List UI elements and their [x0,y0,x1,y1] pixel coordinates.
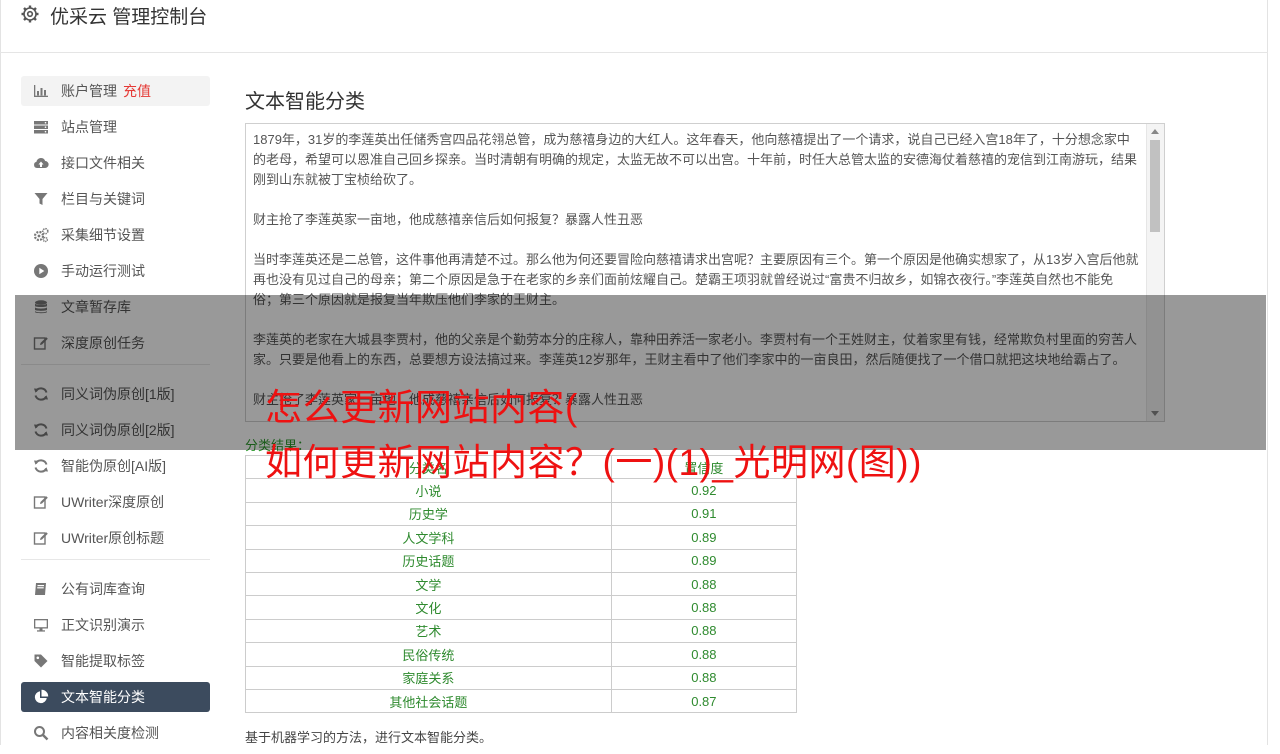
sidebar-divider [21,559,210,560]
table-row: 人文学科 0.89 [245,525,798,550]
table-row: 文学 0.88 [245,571,798,597]
sidebar-item-label: UWriter深度原创 [61,494,165,510]
footnote-text: 基于机器学习的方法，进行文本智能分类。 [245,730,493,745]
sidebar-item-label: 内容相关度检测 [61,725,159,741]
cloud-upload-icon [33,155,49,171]
tag-icon [33,653,49,669]
category-cell: 家庭关系 [245,665,612,690]
sidebar-item-label: 正文识别演示 [61,617,145,633]
sidebar-item-uwriter-title[interactable]: UWriter原创标题 [21,523,210,553]
category-cell: 其他社会话题 [245,688,612,714]
bar-chart-icon [33,83,49,99]
sidebar-item-label: 手动运行测试 [61,263,145,279]
page-title: 文本智能分类 [245,91,365,113]
play-circle-icon [33,263,49,279]
monitor-icon [33,617,49,633]
sidebar-item-label: 智能伪原创[AI版] [61,458,167,474]
sidebar-item-sites[interactable]: 站点管理 [21,112,210,142]
table-row: 文化 0.88 [245,595,798,620]
refresh-icon [33,458,49,474]
sidebar-item-text-classification[interactable]: 文本智能分类 [21,682,210,712]
sidebar-item-label: 接口文件相关 [61,155,145,171]
confidence-cell: 0.88 [610,642,798,667]
search-icon [33,725,49,741]
sidebar-item-label: 智能提取标签 [61,653,145,669]
recharge-link[interactable]: 充值 [123,81,151,101]
category-cell: 艺术 [245,618,612,644]
sidebar-item-ai-rewrite[interactable]: 智能伪原创[AI版] [21,451,210,481]
category-cell: 历史话题 [245,548,612,573]
filter-icon [33,191,49,207]
book-icon [33,581,49,597]
sidebar-item-label: 采集细节设置 [61,227,145,243]
confidence-cell: 0.88 [610,618,798,644]
confidence-cell: 0.89 [610,525,798,550]
edit-icon [33,530,49,546]
sidebar-item-uwriter-deep[interactable]: UWriter深度原创 [21,487,210,517]
category-cell: 文学 [245,571,612,597]
text-paragraph: 财主抢了李莲英家一亩地，他成慈禧亲信后如何报复？暴露人性丑恶 [253,212,644,227]
category-cell: 人文学科 [245,525,612,550]
table-row: 其他社会话题 0.87 [245,688,798,714]
confidence-cell: 0.89 [610,548,798,573]
scroll-up-arrow-icon[interactable] [1151,129,1159,134]
sidebar-item-label: 栏目与关键词 [61,191,145,207]
watermark-line-1: 怎么更新网站内容( [265,387,578,428]
pie-chart-icon [33,689,49,705]
table-row: 历史学 0.91 [245,501,798,527]
confidence-cell: 0.88 [610,571,798,597]
sidebar-item-label: 文本智能分类 [61,689,145,705]
sidebar-item-extract-tags[interactable]: 智能提取标签 [21,646,210,676]
sidebar-item-public-thesaurus[interactable]: 公有词库查询 [21,574,210,604]
confidence-cell: 0.88 [610,595,798,620]
confidence-cell: 0.87 [610,688,798,714]
category-cell: 文化 [245,595,612,620]
table-row: 家庭关系 0.88 [245,665,798,690]
sidebar-item-account[interactable]: 账户管理 充值 [21,76,210,106]
category-cell: 历史学 [245,501,612,527]
table-row: 历史话题 0.89 [245,548,798,573]
sidebar-item-label: 账户管理 [61,83,117,99]
watermark-line-2: 如何更新网站内容？(一)(1)_光明网(图)) [265,442,922,483]
table-row: 民俗传统 0.88 [245,642,798,667]
sidebar-item-columns-keywords[interactable]: 栏目与关键词 [21,184,210,214]
app-title: 优采云 管理控制台 [50,7,208,28]
confidence-cell: 0.88 [610,665,798,690]
edit-icon [33,494,49,510]
scrollbar-thumb[interactable] [1150,140,1160,232]
confidence-cell: 0.91 [610,501,798,527]
category-cell: 民俗传统 [245,642,612,667]
sidebar-item-label: 公有词库查询 [61,581,145,597]
sidebar-item-manual-test[interactable]: 手动运行测试 [21,256,210,286]
table-row: 艺术 0.88 [245,618,798,644]
watermark-caption: 怎么更新网站内容( 如何更新网站内容？(一)(1)_光明网(图)) [265,380,922,490]
sidebar-item-label: 站点管理 [61,119,117,135]
sidebar-item-text-recognition[interactable]: 正文识别演示 [21,610,210,640]
top-bar: 优采云 管理控制台 [0,0,1268,53]
gears-icon [33,227,49,243]
sidebar-item-collect-settings[interactable]: 采集细节设置 [21,220,210,250]
sidebar-item-label: UWriter原创标题 [61,530,165,546]
sidebar-item-relevance-check[interactable]: 内容相关度检测 [21,718,210,748]
classification-table: 分类名 置信度 小说 0.92 历史学 0.91 人文学科 0.89 历史话题 0.89… [245,454,798,714]
server-icon [33,119,49,135]
text-paragraph: 1879年，31岁的李莲英出任储秀宫四品花翎总管，成为慈禧身边的大红人。这年春天… [253,132,1138,187]
sidebar-item-interface-files[interactable]: 接口文件相关 [21,148,210,178]
gear-icon[interactable] [20,4,40,24]
